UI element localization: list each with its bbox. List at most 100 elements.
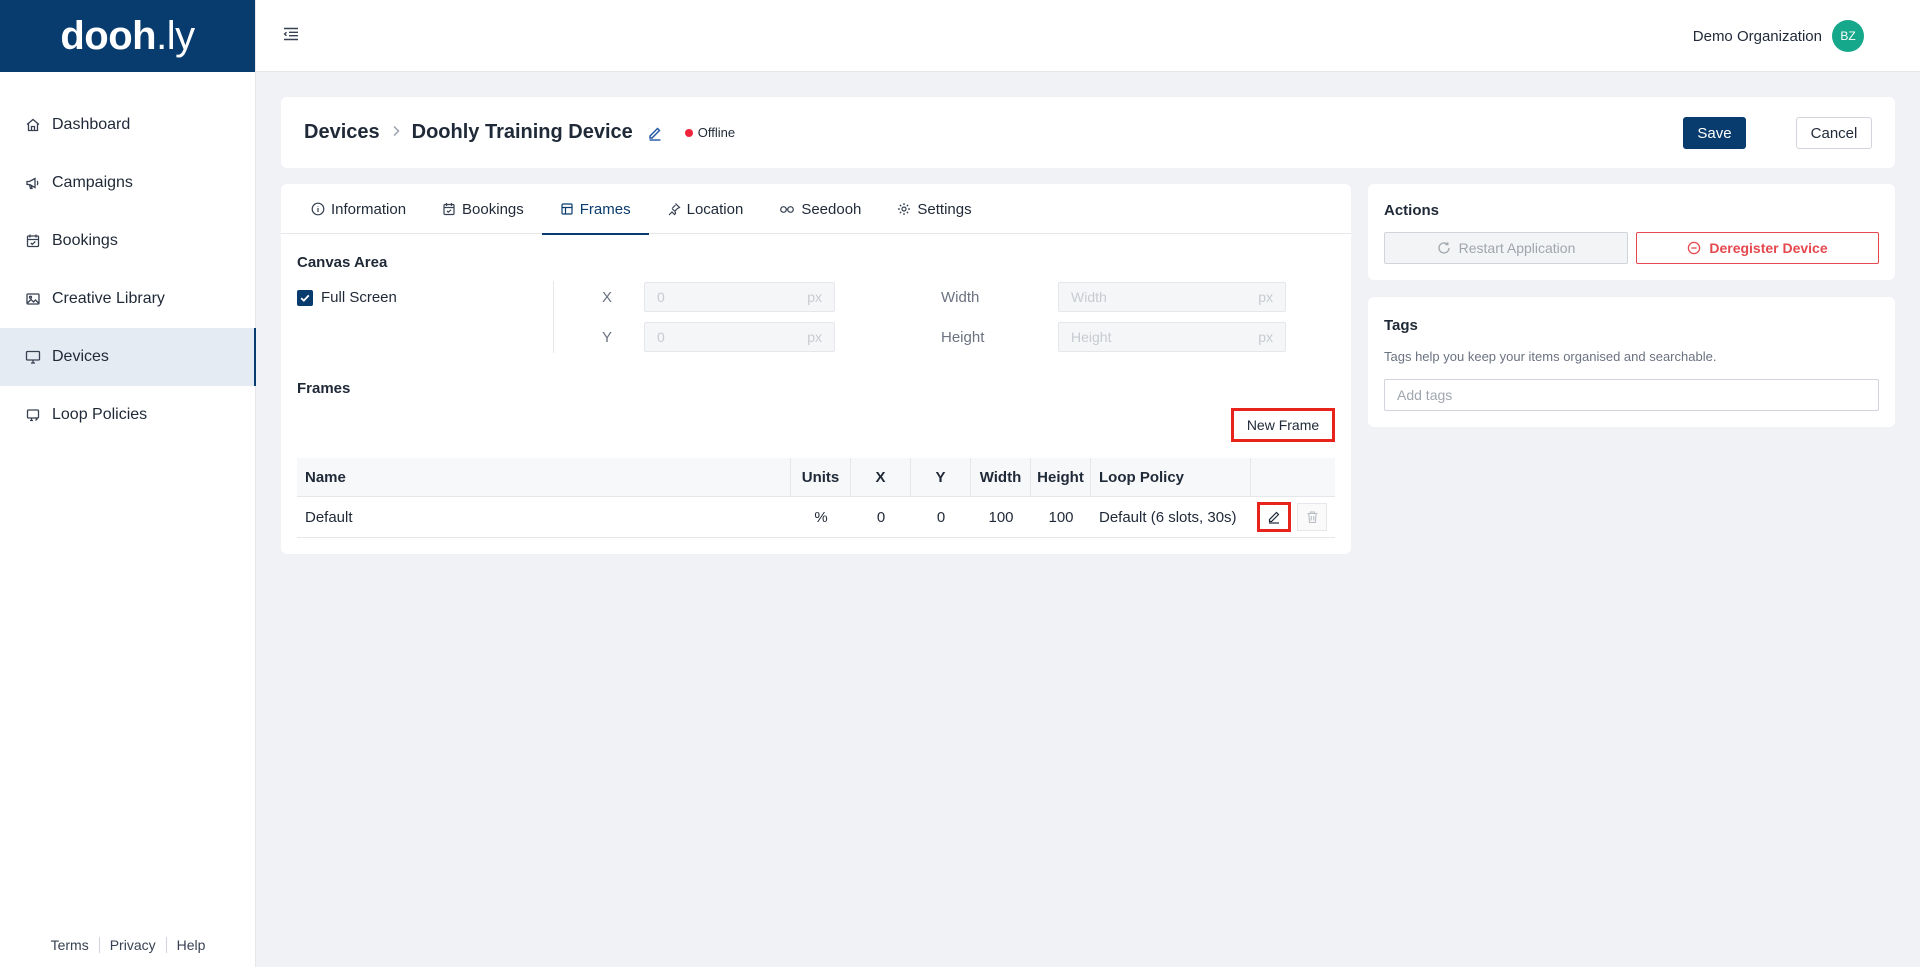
column-header-height[interactable]: Height xyxy=(1031,458,1091,496)
actions-title: Actions xyxy=(1384,202,1440,219)
full-screen-label: Full Screen xyxy=(321,289,397,306)
calendar-check-icon xyxy=(442,202,456,216)
actions-panel: Actions Restart Application Deregister D… xyxy=(1368,184,1895,280)
sidebar-item-dashboard[interactable]: Dashboard xyxy=(0,96,255,154)
sidebar-item-devices[interactable]: Devices xyxy=(0,328,256,386)
logo-main-text: dooh xyxy=(60,13,157,58)
page-header: Devices Doohly Training Device Offline S… xyxy=(281,97,1895,168)
width-input-value: Width xyxy=(1071,289,1107,305)
privacy-link[interactable]: Privacy xyxy=(100,937,166,953)
column-header-loop-policy[interactable]: Loop Policy xyxy=(1091,458,1251,496)
sidebar-item-label: Dashboard xyxy=(52,116,131,133)
sidebar-item-label: Bookings xyxy=(52,232,118,249)
frames-title: Frames xyxy=(297,380,351,397)
status-dot xyxy=(684,128,693,137)
chevron-right-icon xyxy=(390,122,402,143)
sidebar-item-bookings[interactable]: Bookings xyxy=(0,212,255,270)
sidebar-item-campaigns[interactable]: Campaigns xyxy=(0,154,255,212)
monitor-icon xyxy=(24,348,42,366)
frame-name: Default xyxy=(305,508,353,526)
width-input[interactable]: Width px xyxy=(1058,282,1286,312)
topbar: Demo Organization BZ xyxy=(256,0,1920,72)
tab-information[interactable]: Information xyxy=(293,184,424,234)
checkmark-icon xyxy=(297,289,313,306)
table-row[interactable]: Default % 0 0 100 100 Default (6 slots, … xyxy=(297,497,1335,538)
tab-bookings[interactable]: Bookings xyxy=(424,184,542,234)
column-header-width[interactable]: Width xyxy=(971,458,1031,496)
frames-table: Name Units X Y Width Height Loop Policy … xyxy=(297,458,1335,538)
logo-dot: . xyxy=(156,13,167,58)
column-header-name[interactable]: Name xyxy=(297,458,791,496)
x-label: X xyxy=(602,289,613,306)
tab-seedooh[interactable]: Seedooh xyxy=(761,184,879,234)
frame-units: % xyxy=(814,508,828,526)
full-screen-checkbox[interactable]: Full Screen xyxy=(297,289,397,306)
frame-width: 100 xyxy=(988,508,1014,526)
edit-frame-button[interactable] xyxy=(1257,502,1291,532)
frame-loop-policy: Default (6 slots, 30s) xyxy=(1099,508,1237,526)
megaphone-icon xyxy=(24,174,42,192)
tab-location[interactable]: Location xyxy=(649,184,762,234)
y-unit: px xyxy=(807,329,822,345)
new-frame-button[interactable]: New Frame xyxy=(1231,408,1335,442)
cancel-button[interactable]: Cancel xyxy=(1796,117,1872,149)
trash-icon xyxy=(1306,510,1319,524)
column-header-y[interactable]: Y xyxy=(911,458,971,496)
y-input-value: 0 xyxy=(657,329,665,345)
avatar[interactable]: BZ xyxy=(1832,20,1864,52)
frame-x: 0 xyxy=(876,508,886,526)
org-name: Demo Organization xyxy=(1692,27,1822,45)
tab-label: Frames xyxy=(579,200,631,218)
glasses-icon xyxy=(779,202,795,216)
image-icon xyxy=(24,290,42,308)
tab-frames[interactable]: Frames xyxy=(541,184,649,235)
row-actions xyxy=(1251,497,1335,537)
restart-application-button[interactable]: Restart Application xyxy=(1384,232,1628,264)
tab-label: Bookings xyxy=(462,200,524,218)
breadcrumb-devices[interactable]: Devices xyxy=(304,121,380,144)
status-text: Offline xyxy=(697,125,736,140)
width-label: Width xyxy=(941,289,980,306)
sidebar-item-label: Devices xyxy=(52,348,109,365)
delete-frame-button[interactable] xyxy=(1297,503,1327,531)
frame-y: 0 xyxy=(936,508,946,526)
restart-label: Restart Application xyxy=(1458,240,1576,256)
pencil-icon xyxy=(1267,510,1281,524)
tab-settings[interactable]: Settings xyxy=(879,184,989,234)
sidebar-item-loop-policies[interactable]: Loop Policies xyxy=(0,386,255,444)
height-input[interactable]: Height px xyxy=(1058,322,1286,352)
refresh-icon xyxy=(1437,241,1451,255)
tab-label: Information xyxy=(331,200,407,218)
breadcrumb: Devices Doohly Training Device Offline xyxy=(304,97,735,168)
org-switcher[interactable]: Demo Organization BZ xyxy=(1693,0,1864,72)
column-header-units[interactable]: Units xyxy=(791,458,851,496)
terms-link[interactable]: Terms xyxy=(41,937,99,953)
tab-label: Seedooh xyxy=(801,200,862,218)
sidebar-item-label: Campaigns xyxy=(52,174,133,191)
deregister-label: Deregister Device xyxy=(1709,240,1828,256)
save-button[interactable]: Save xyxy=(1683,117,1746,149)
minus-circle-icon xyxy=(1687,241,1701,255)
deregister-device-button[interactable]: Deregister Device xyxy=(1636,232,1879,264)
x-input[interactable]: 0 px xyxy=(644,282,835,312)
home-icon xyxy=(24,116,42,134)
calendar-check-icon xyxy=(24,232,42,250)
y-input[interactable]: 0 px xyxy=(644,322,835,352)
loop-icon xyxy=(24,406,42,424)
sidebar-nav: Dashboard Campaigns Bookings Creative Li… xyxy=(0,96,256,444)
edit-name-icon[interactable] xyxy=(647,125,663,141)
height-label: Height xyxy=(941,329,985,346)
tab-bar: Information Bookings Frames Location See… xyxy=(281,184,1351,235)
help-link[interactable]: Help xyxy=(167,937,216,953)
column-header-x[interactable]: X xyxy=(851,458,911,496)
sidebar-item-label: Creative Library xyxy=(52,290,165,307)
frame-icon xyxy=(560,202,574,216)
sidebar-item-creative-library[interactable]: Creative Library xyxy=(0,270,255,328)
tab-label: Location xyxy=(686,200,744,218)
tags-input[interactable] xyxy=(1384,379,1879,411)
tab-label: Settings xyxy=(917,200,972,218)
table-header: Name Units X Y Width Height Loop Policy xyxy=(297,458,1335,497)
logo[interactable]: dooh. ly xyxy=(0,0,255,72)
menu-collapse-icon[interactable] xyxy=(282,25,302,45)
height-input-value: Height xyxy=(1071,329,1112,345)
